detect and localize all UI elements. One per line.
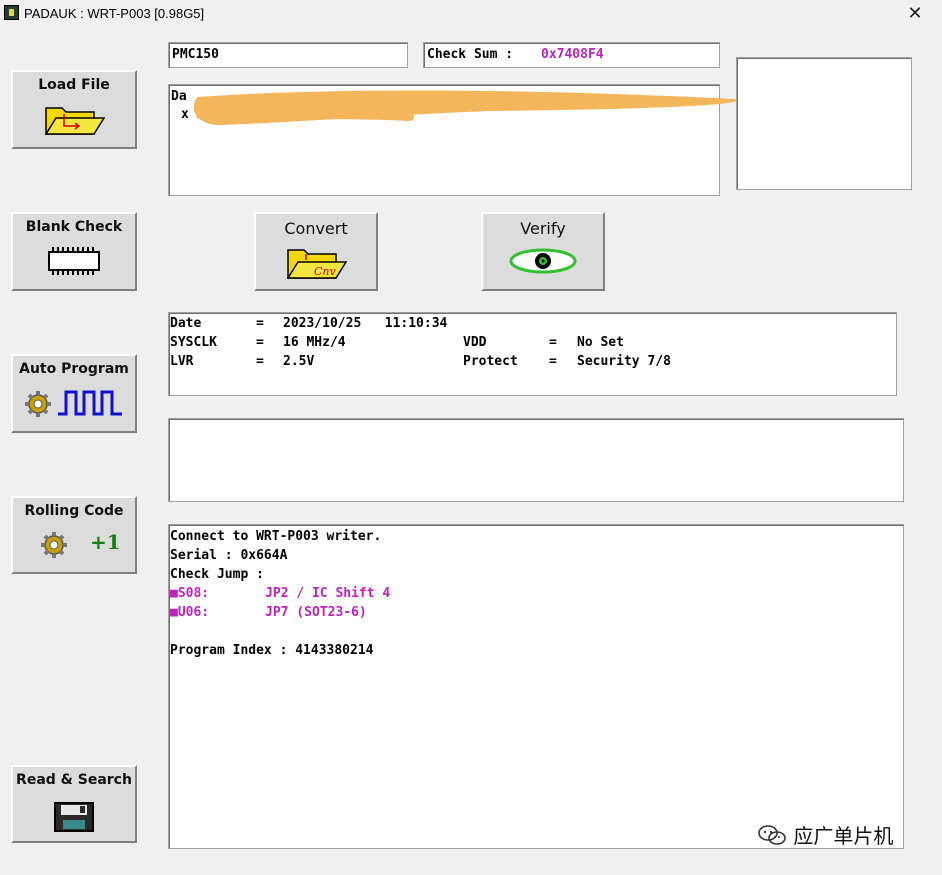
- info-panel: Date = 2023/10/25 11:10:34 SYSCLK = 16 M…: [168, 312, 897, 396]
- checksum-label: Check Sum :: [427, 47, 521, 62]
- date-value: 2023/10/25 11:10:34: [283, 316, 448, 331]
- log-jump-2-value: JP7 (SOT23-6): [265, 605, 367, 620]
- blank-check-label: Blank Check: [25, 219, 123, 235]
- log-line-3: Check Jump :: [170, 567, 264, 582]
- load-file-button[interactable]: Load File: [11, 70, 137, 149]
- gear-icon: [41, 532, 67, 558]
- ic-name-value: PMC150: [172, 47, 219, 62]
- preview-box: [736, 57, 912, 190]
- lvr-value: 2.5V: [283, 354, 315, 369]
- folder-open-icon: [44, 107, 106, 135]
- svg-text:Cnv: Cnv: [314, 265, 337, 278]
- rolling-plus-one: +1: [90, 530, 121, 554]
- vdd-eq: =: [549, 335, 557, 350]
- pulse-wave-icon: [58, 390, 122, 416]
- auto-program-button[interactable]: Auto Program: [11, 354, 137, 433]
- watermark: 应广单片机: [757, 820, 893, 849]
- load-file-label: Load File: [38, 77, 110, 93]
- protect-label: Protect: [463, 354, 518, 369]
- watermark-text: 应广单片机: [793, 824, 894, 848]
- log-line-6: Program Index : 4143380214: [170, 643, 374, 658]
- close-button[interactable]: ✕: [902, 2, 928, 24]
- redaction-mark: [193, 90, 737, 125]
- file-line-2: x: [181, 107, 189, 122]
- read-search-button[interactable]: Read & Search: [11, 765, 137, 843]
- status-panel: [168, 418, 904, 502]
- log-jump-1-code: ■S08:: [170, 586, 210, 601]
- rolling-code-label: Rolling Code: [24, 503, 124, 519]
- protect-eq: =: [549, 354, 557, 369]
- blank-check-button[interactable]: Blank Check: [11, 212, 137, 291]
- convert-label: Convert: [284, 219, 348, 238]
- eye-icon: [509, 248, 577, 274]
- lvr-eq: =: [256, 354, 264, 369]
- file-line-1: Da: [171, 89, 187, 104]
- log-line-1: Connect to WRT-P003 writer.: [170, 529, 382, 544]
- chip-icon: [48, 247, 100, 275]
- gear-icon: [25, 391, 51, 417]
- log-line-2: Serial : 0x664A: [170, 548, 288, 563]
- date-label: Date: [170, 316, 202, 331]
- sysclk-label: SYSCLK: [170, 335, 217, 350]
- vdd-value: No Set: [577, 335, 624, 350]
- protect-value: Security 7/8: [577, 354, 671, 369]
- rolling-code-button[interactable]: Rolling Code +1: [11, 496, 137, 574]
- ic-name-field: PMC150: [168, 42, 408, 68]
- window-title: PADAUK : WRT-P003 [0.98G5]: [24, 6, 205, 21]
- read-search-label: Read & Search: [16, 772, 132, 788]
- checksum-field: Check Sum : 0x7408F4: [423, 42, 720, 68]
- date-eq: =: [256, 316, 264, 331]
- sysclk-eq: =: [256, 335, 264, 350]
- convert-button[interactable]: Convert Cnv: [254, 212, 378, 291]
- vdd-label: VDD: [463, 335, 487, 350]
- log-panel: Connect to WRT-P003 writer. Serial : 0x6…: [168, 524, 904, 849]
- sysclk-value: 16 MHz/4: [283, 335, 346, 350]
- lvr-label: LVR: [170, 354, 194, 369]
- auto-program-label: Auto Program: [19, 361, 129, 377]
- title-bar: PADAUK : WRT-P003 [0.98G5] ✕: [0, 0, 942, 28]
- log-jump-2-code: ■U06:: [170, 605, 210, 620]
- convert-folder-icon: Cnv: [286, 249, 348, 279]
- main-window: PADAUK : WRT-P003 [0.98G5] ✕ PMC150 Chec…: [0, 0, 942, 875]
- verify-button[interactable]: Verify: [481, 212, 605, 291]
- wechat-icon: [758, 825, 786, 845]
- app-icon: [4, 5, 19, 20]
- floppy-disk-icon: [54, 802, 94, 832]
- log-jump-1-value: JP2 / IC Shift 4: [265, 586, 391, 601]
- checksum-value: 0x7408F4: [541, 47, 604, 62]
- auto-program-icon: [25, 390, 122, 417]
- verify-label: Verify: [520, 219, 566, 238]
